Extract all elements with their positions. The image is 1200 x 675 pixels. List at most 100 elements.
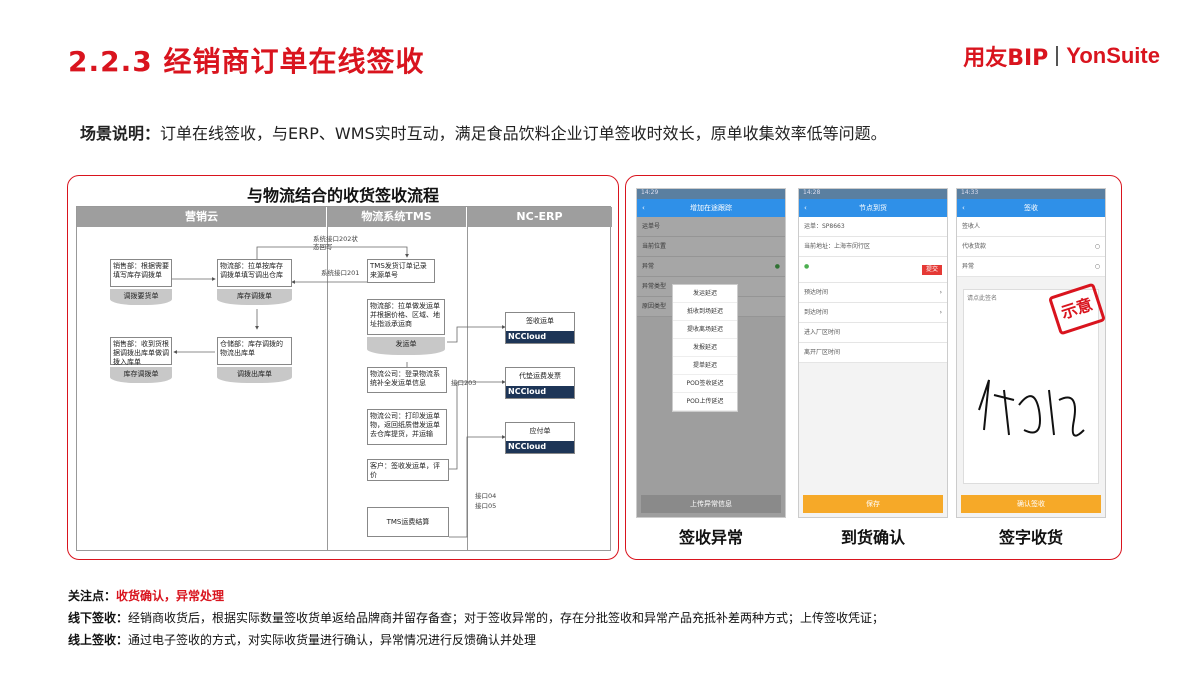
back-icon[interactable]: ‹ [642,199,645,217]
swimlane-diagram: 营销云 物流系统TMS NC-ERP 销售部：根据需要填写库存调拨单 调拨要货单… [76,206,612,551]
phone-title-bar: ‹ 签收 [957,199,1105,217]
label-interface-04: 接口04 [475,492,497,500]
note-text: 收货确认，异常处理 [116,589,225,603]
signature-stroke-icon [978,379,1085,437]
nccloud-badge: NCCloud [506,386,574,398]
row-label: 离开厂区时间 [804,349,841,356]
popup-option[interactable]: 抵收到场延迟 [673,303,737,321]
form-row[interactable]: 签收人 [957,217,1105,237]
brand-logo: 用友BIP YonSuite [963,40,1160,72]
row-label: 签收人 [962,223,981,230]
popup-option[interactable]: 发运延迟 [673,285,737,303]
status-bar: 14:28 [799,189,947,199]
page-title: 2.2.3 经销商订单在线签收 [68,45,425,78]
form-row: ● 提交 [799,257,947,283]
notes-section: 关注点：收货确认，异常处理 线下签收：经销商收货后，根据实际数量签收货单返给品牌… [68,585,884,651]
label-interface-05: 接口05 [475,502,497,510]
exception-type-popup: 发运延迟 抵收到场延迟 提收离场延迟 发报延迟 提单延迟 POD签收延迟 POD… [672,284,738,412]
flow-box-dispatch: 物流部：拉单做发运单并根据价格、区域、地址指派承运商 [367,299,445,335]
form-row[interactable]: 离开厂区时间 [799,343,947,363]
row-label: 进入厂区时间 [804,329,841,336]
form-row[interactable]: 异常 ○ [957,257,1105,277]
submit-tag[interactable]: 提交 [921,265,942,275]
flow-title: 与物流结合的收货签收流程 [246,186,439,205]
popup-option[interactable]: 提收离场延迟 [673,321,737,339]
form-row: 当前地址：上海市闵行区 [799,237,947,257]
nc-label: 代垫运费发票 [519,372,561,380]
form-row[interactable]: 进入厂区时间 [799,323,947,343]
row-label: 到达时间 [804,309,829,316]
chevron-right-icon: › [939,309,942,316]
scenario-label: 场景说明： [80,124,161,143]
location-icon: ● [804,263,810,270]
label-interface-201: 系统接口201 [321,269,360,277]
note-text: 通过电子签收的方式，对实际收货量进行确认，异常情况进行反馈确认并处理 [128,633,537,647]
form-row[interactable]: 到达时间 › [799,303,947,323]
phone-title: 节点到货 [859,204,887,212]
brand-divider [1056,46,1059,66]
toggle-icon[interactable]: ○ [1095,237,1100,256]
row-label: 异常 [962,263,975,270]
mobile-screens-panel: 14:29 ‹ 增加在途跟踪 运单号 当前位置 异常 ● 异常类型 原因类型 发运延… [625,175,1122,560]
nccloud-badge: NCCloud [506,331,574,343]
flow-box-warehouse-out: 仓储部：库存调拨的物流出库单 [217,337,292,365]
status-bar: 14:29 [637,189,785,199]
flow-doc-waybill: 发运单 [367,337,445,355]
nc-box-freight-invoice: 代垫运费发票 NCCloud [505,367,575,399]
flow-doc-transfer-out: 调拨出库单 [217,367,292,383]
nccloud-badge: NCCloud [506,441,574,453]
note-label: 线下签收： [68,611,129,625]
scenario-description: 场景说明：订单在线签收，与ERP、WMS实时互动，满足食品饮料企业订单签收时效长… [80,120,887,144]
form-row: 运单：SP8663 [799,217,947,237]
scenario-text: 订单在线签收，与ERP、WMS实时互动，满足食品饮料企业订单签收时效长，原单收集… [160,124,887,143]
back-icon[interactable]: ‹ [962,199,965,217]
label-interface-203: 接口203 [451,379,477,387]
caption-signature-receive: 签字收货 [998,528,1063,547]
brand-en: YonSuite [1066,43,1160,68]
popup-option[interactable]: POD签收延迟 [673,375,737,393]
chevron-right-icon: › [939,289,942,296]
note-focus: 关注点：收货确认，异常处理 [68,585,884,607]
flow-box-tms-order: TMS发货订单记录来源单号 [367,259,435,283]
nc-box-payable: 应付单 NCCloud [505,422,575,454]
form-row[interactable]: 预达时间 › [799,283,947,303]
popup-option[interactable]: POD上传延迟 [673,393,737,411]
toggle-icon[interactable]: ○ [1095,257,1100,276]
row-label: 运单：SP8663 [804,223,845,230]
phone-arrival-confirm: 14:28 ‹ 节点到货 运单：SP8663 当前地址：上海市闵行区 ● 提交 预达… [798,188,948,518]
row-label: 代收货款 [962,243,987,250]
note-label: 线上签收： [68,633,129,647]
phone-title: 增加在途跟踪 [690,204,732,212]
flow-box-sales-request: 销售部：根据需要填写库存调拨单 [110,259,172,287]
phone-title-bar: ‹ 节点到货 [799,199,947,217]
note-offline: 线下签收：经销商收货后，根据实际数量签收货单返给品牌商并留存备查；对于签收异常的… [68,607,884,629]
form-row[interactable]: 代收货款 ○ [957,237,1105,257]
save-button[interactable]: 保存 [803,495,943,513]
flow-box-customer-sign: 客户：签收发运单，评价 [367,459,449,481]
phone-title-bar: ‹ 增加在途跟踪 [637,199,785,217]
status-bar: 14:33 [957,189,1105,199]
row-label: 当前地址：上海市闵行区 [804,243,871,250]
phone-signature-receive: 14:33 ‹ 签收 签收人 代收货款 ○ 异常 ○ 请点此签名 示意 确认签收 [956,188,1106,518]
nc-box-waybill-sign: 签收运单 NCCloud [505,312,575,344]
back-icon[interactable]: ‹ [804,199,807,217]
label-interface-202: 系统接口202状态回写 [313,235,358,251]
popup-option[interactable]: 提单延迟 [673,357,737,375]
flow-box-freight-settle: TMS运费结算 [367,507,449,537]
flow-box-sales-receive: 销售部：收到货根据调拨出库单做调拨入库单 [110,337,172,366]
popup-option[interactable]: 发报延迟 [673,339,737,357]
flow-box-carrier-login: 物流公司：登录物流系统补全发运单信息 [367,367,447,393]
upload-exception-button[interactable]: 上传异常信息 [641,495,781,513]
flow-box-carrier-print: 物流公司：打印发运单物，返回纸质借发运单去仓库提货，并运输 [367,409,447,445]
note-text: 经销商收货后，根据实际数量签收货单返给品牌商并留存备查；对于签收异常的，存在分批… [128,611,885,625]
confirm-sign-button[interactable]: 确认签收 [961,495,1101,513]
caption-arrival-confirm: 到货确认 [840,528,905,547]
brand-cn: 用友BIP [963,46,1049,71]
nc-label: 应付单 [529,427,551,435]
flow-doc-transfer-request: 调拨要货单 [110,289,172,305]
note-online: 线上签收：通过电子签收的方式，对实际收货量进行确认，异常情况进行反馈确认并处理 [68,629,884,651]
flow-panel: 与物流结合的收货签收流程 营销云 物流系统TMS NC-ERP 销售部：根据需要… [67,175,619,560]
nc-label: 签收运单 [526,317,554,325]
flow-doc-inventory-transfer: 库存调拨单 [217,289,292,305]
flow-box-logistics-pull: 物流部：拉单按库存调拨单填写调出仓库 [217,259,292,287]
